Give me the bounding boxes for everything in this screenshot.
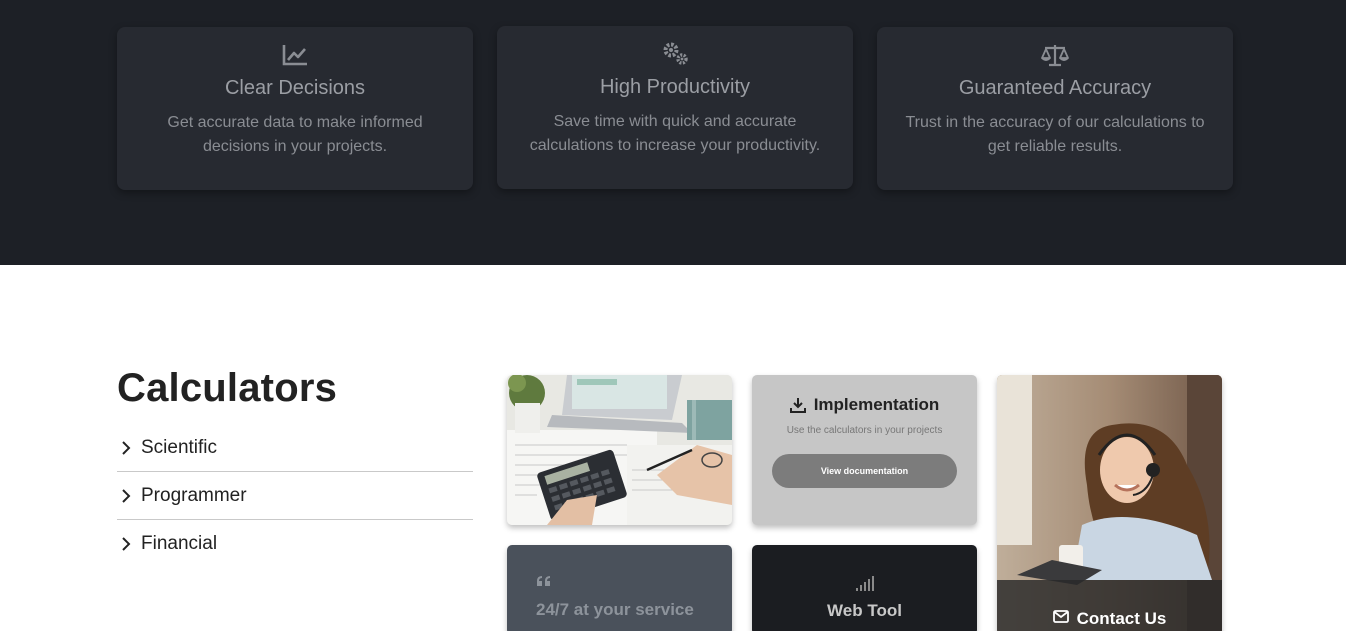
quote-icon	[537, 576, 550, 586]
service-text: 24/7 at your service	[536, 600, 694, 619]
chevron-right-icon	[122, 537, 131, 551]
calculator-item-label: Programmer	[141, 484, 247, 506]
feature-card-guaranteed-accuracy: Guaranteed Accuracy Trust in the accurac…	[877, 27, 1233, 190]
feature-title: Guaranteed Accuracy	[958, 77, 1152, 99]
signal-bars-icon	[855, 576, 874, 591]
web-tool-label: Web Tool	[827, 601, 902, 620]
feature-card-high-productivity: High Productivity Save time with quick a…	[497, 26, 853, 189]
feature-card-clear-decisions: Clear Decisions Get accurate data to mak…	[117, 27, 473, 190]
web-tool-tile[interactable]: Web Tool	[752, 545, 977, 631]
feature-title: High Productivity	[599, 76, 751, 98]
envelope-icon	[1052, 610, 1069, 623]
calculator-item-label: Scientific	[141, 436, 218, 458]
chevron-right-icon	[122, 488, 131, 503]
calculator-item-programmer[interactable]: Programmer	[117, 472, 473, 520]
calculator-photo-tile	[507, 375, 732, 525]
implementation-subtitle: Use the calculators in your projects	[786, 425, 943, 436]
feature-title: Clear Decisions	[224, 77, 366, 99]
implementation-tile: Implementation Use the calculators in yo…	[752, 375, 977, 525]
balance-scale-icon	[1041, 45, 1069, 67]
features-section: Clear Decisions Get accurate data to mak…	[0, 0, 1346, 265]
calculator-item-label: Financial	[141, 533, 218, 554]
calculators-list: Scientific Programmer Financial	[117, 424, 473, 568]
chevron-right-icon	[122, 440, 131, 455]
feature-description: Trust in the accuracy of our calculation…	[905, 114, 1205, 155]
contact-tile: Contact Us	[997, 375, 1222, 631]
line-chart-icon	[282, 45, 307, 66]
feature-description: Save time with quick and accurate calcul…	[529, 113, 821, 154]
contact-us-button[interactable]: Contact Us	[997, 580, 1222, 631]
view-documentation-button[interactable]: View documentation	[772, 454, 957, 488]
calculators-heading: Calculators	[117, 366, 338, 410]
gears-icon	[663, 42, 688, 65]
calculator-item-financial[interactable]: Financial	[117, 520, 473, 568]
service-tile: 24/7 at your service	[507, 545, 732, 631]
implementation-heading: Implementation	[752, 395, 977, 415]
calculator-item-scientific[interactable]: Scientific	[117, 424, 473, 472]
download-icon	[789, 398, 806, 413]
calculator-desk-image	[507, 375, 732, 525]
feature-description: Get accurate data to make informed decis…	[167, 114, 423, 155]
